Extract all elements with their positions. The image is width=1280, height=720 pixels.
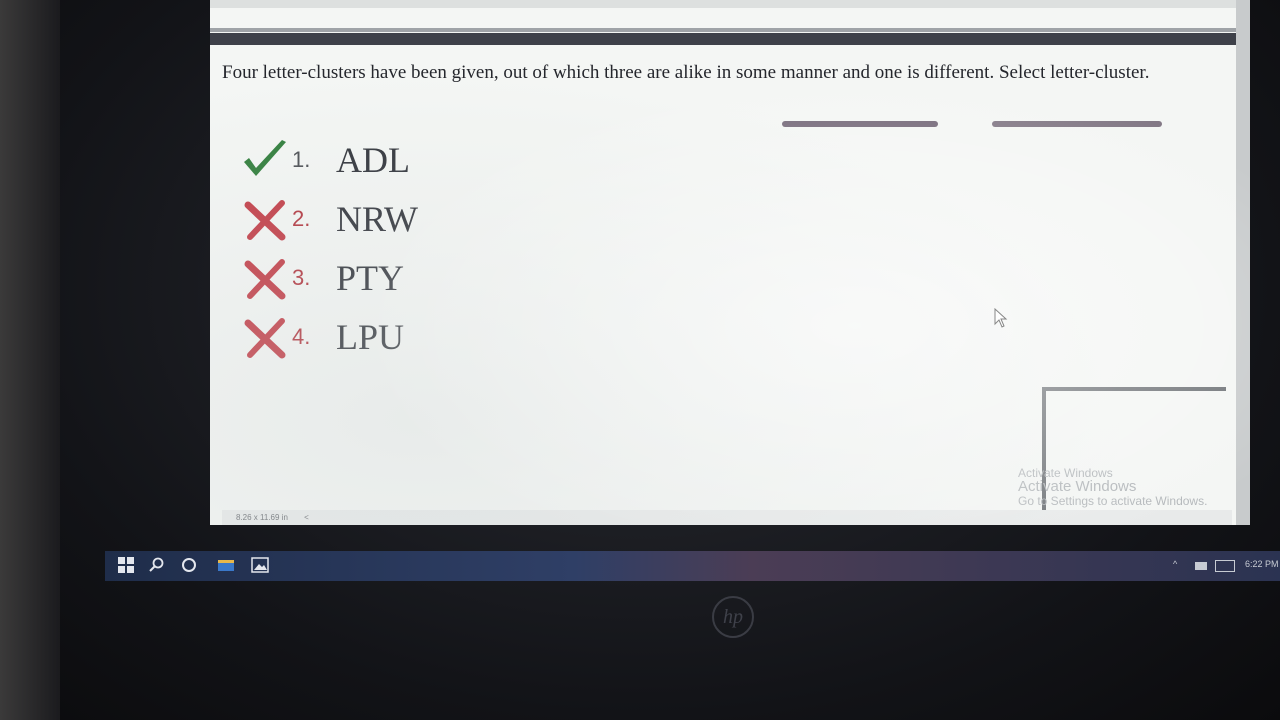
search-icon[interactable] [148,557,166,575]
header-rule-light [210,28,1238,32]
page-size: 8.26 x 11.69 in [236,513,288,522]
option-3[interactable]: 3. PTY [240,248,418,307]
top-strip [210,0,1240,8]
cross-icon [244,317,286,358]
cross-icon [244,258,286,299]
watermark-line: Go to Settings to activate Windows. [1018,494,1208,508]
option-2[interactable]: 2. NRW [240,189,418,248]
option-1[interactable]: 1. ADL [240,130,418,189]
question-text: Four letter-clusters have been given, ou… [222,62,1150,83]
keyboard-icon[interactable] [1215,560,1235,572]
taskbar: ^ 6:22 PM [105,551,1280,581]
option-number: 1. [292,146,311,172]
cross-icon [244,199,286,240]
option-number: 4. [292,323,311,349]
option-number: 3. [292,264,311,290]
file-explorer-icon[interactable] [217,557,235,575]
option-4[interactable]: 4. LPU [240,307,418,366]
option-text: NRW [336,198,419,239]
mouse-cursor-icon [994,308,1008,328]
option-text: LPU [336,316,405,357]
hp-logo: hp [712,596,754,638]
smudge-mark [782,121,938,127]
option-text: PTY [336,257,405,298]
option-number: 2. [292,205,311,231]
battery-icon[interactable] [1195,562,1207,570]
document-viewer: Four letter-clusters have been given, ou… [210,0,1250,525]
tray-chevron-icon[interactable]: ^ [1173,559,1177,569]
option-text: ADL [336,139,410,180]
cortana-icon[interactable] [180,557,198,575]
watermark-line: Activate Windows [1018,478,1137,495]
options-list: 1. ADL 2. NRW 3. PTY 4. LPU [240,130,418,366]
windows-start-icon[interactable] [117,557,135,575]
smudge-mark [992,121,1162,127]
activation-watermark: Activate Windows Activate Windows Go to … [1018,466,1248,508]
scroll-left-arrow[interactable]: < [304,513,309,522]
status-bar: 8.26 x 11.69 in < [222,510,1232,525]
photos-app-icon[interactable] [251,557,269,575]
check-icon [244,139,286,176]
clock-time[interactable]: 6:22 PM [1245,559,1279,569]
laptop-bezel-left [0,0,60,720]
header-rule [210,33,1238,45]
